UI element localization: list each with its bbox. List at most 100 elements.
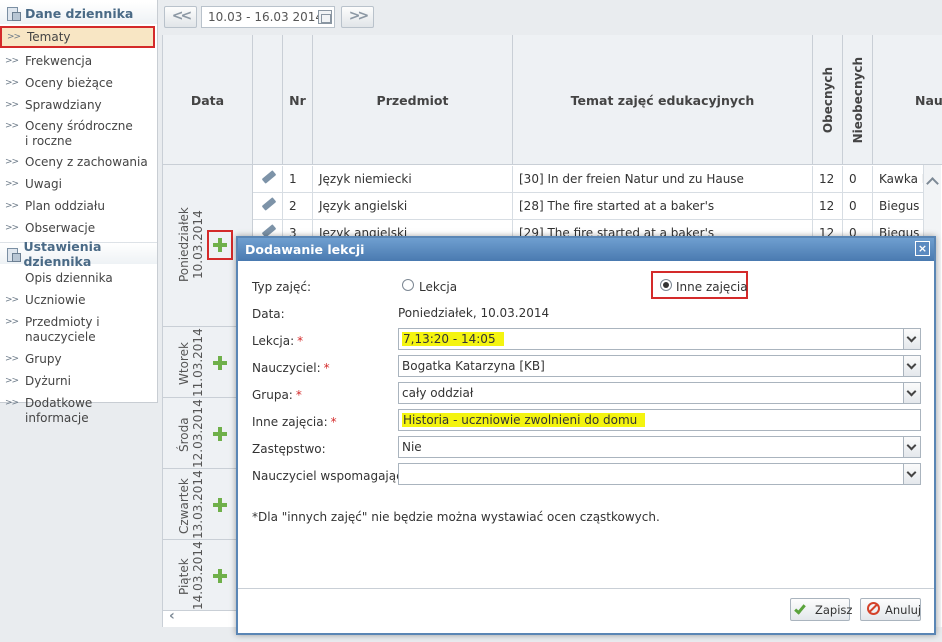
row-absent: 0 [843, 166, 873, 193]
sidebar-item-uczniowie[interactable]: >> Uczniowie [0, 293, 157, 308]
zastepstwo-label: Zastępstwo: [252, 442, 326, 456]
grupa-label-text: Grupa: [252, 388, 293, 402]
edit-cell[interactable] [253, 193, 283, 220]
sidebar-item-label: Obserwacje [25, 221, 96, 235]
column-header-temat[interactable]: Temat zajęć edukacyjnych [513, 35, 813, 165]
table-row[interactable]: 2 Język angielski [28] The fire started … [253, 193, 923, 220]
sidebar-item-tematy[interactable]: >> Tematy [0, 26, 155, 48]
chevron-right-icon: >> [5, 295, 19, 305]
cancel-button[interactable]: Anuluj [860, 598, 921, 621]
dialog-titlebar[interactable]: Dodawanie lekcji × [238, 238, 934, 261]
pencil-icon[interactable] [261, 197, 277, 211]
scroll-up-icon[interactable] [926, 177, 939, 190]
column-header-nauczyciel[interactable]: Nau [873, 35, 942, 165]
add-lesson-plus-icon[interactable] [213, 427, 227, 441]
sidebar-item-label: Oceny bieżące [25, 76, 113, 90]
add-lesson-plus-icon[interactable] [213, 498, 227, 512]
day-label: Piątek 14.03.2014 [177, 541, 217, 610]
close-icon[interactable]: × [915, 241, 930, 256]
lekcja-select[interactable]: 7,13:20 - 14:05 [398, 328, 921, 350]
day-date: 10.03.2014 [191, 210, 205, 280]
sidebar-item-label: Oceny śródroczne [25, 119, 133, 133]
day-date: 14.03.2014 [191, 541, 205, 610]
row-subject: Język angielski [313, 193, 513, 220]
previous-week-button[interactable]: << [164, 6, 197, 28]
typ-zajec-label: Typ zajęć: [252, 280, 312, 294]
grid-header: Data Nr Przedmiot Temat zajęć edukacyjny… [163, 35, 942, 165]
sidebar-item-dyzurni[interactable]: >> Dyżurni [0, 374, 157, 389]
row-topic: [28] The fire started at a baker's [513, 193, 813, 220]
nauczyciel-select[interactable]: Bogatka Katarzyna [KB] [398, 355, 921, 377]
chevron-right-icon: >> [7, 32, 21, 42]
pencil-icon[interactable] [261, 170, 277, 184]
chevron-right-icon: >> [5, 157, 19, 167]
chevron-right-icon: >> [5, 100, 19, 110]
sidebar-item-grupy[interactable]: >> Grupy [0, 352, 157, 367]
nauczyciel-label-text: Nauczyciel: [252, 361, 321, 375]
sidebar-item-dodatkowe-informacje[interactable]: >> Dodatkowe informacje [0, 396, 157, 426]
sidebar-item-oceny-srodroczne[interactable]: >> Oceny śródroczne i roczne [0, 119, 157, 149]
next-week-button[interactable]: >> [341, 6, 374, 28]
save-label: Zapisz [815, 603, 853, 617]
wspomagajacy-select[interactable] [398, 463, 921, 485]
chevron-down-icon[interactable] [903, 356, 920, 376]
inne-zajecia-label: Inne zajęcia: * [252, 415, 337, 429]
sidebar-item-uwagi[interactable]: >> Uwagi [0, 177, 157, 192]
chevron-down-icon[interactable] [903, 464, 920, 484]
chevron-right-icon: >> [5, 376, 19, 386]
row-nr: 2 [283, 193, 313, 220]
column-header-data[interactable]: Data [163, 35, 253, 165]
zastepstwo-select[interactable]: Nie [398, 436, 921, 458]
radio-inne-zajecia-label[interactable]: Inne zajęcia [676, 280, 748, 294]
grupa-select[interactable]: cały oddział [398, 382, 921, 404]
row-teacher: Kawka E [879, 172, 923, 186]
add-lesson-plus-icon[interactable] [213, 356, 227, 370]
save-button[interactable]: Zapisz [790, 598, 853, 621]
sidebar-item-opis-dziennika[interactable]: Opis dziennika [0, 271, 157, 286]
chevron-right-icon: >> [5, 121, 19, 131]
chevron-right-icon: >> [5, 56, 19, 66]
column-header-obecnych[interactable]: Obecnych [813, 35, 843, 165]
note-text: *Dla "innych zajęć" nie będzie można wys… [252, 510, 660, 524]
sidebar-item-oceny-biezace[interactable]: >> Oceny bieżące [0, 76, 157, 91]
sidebar-item-label: Uwagi [25, 177, 62, 191]
radio-lekcja-label[interactable]: Lekcja [419, 280, 457, 294]
sidebar-item-plan-oddzialu[interactable]: >> Plan oddziału [0, 199, 157, 214]
lekcja-label-text: Lekcja: [252, 334, 295, 348]
radio-lekcja[interactable] [402, 279, 414, 291]
data-value: Poniedziałek, 10.03.2014 [398, 306, 550, 320]
sidebar-item-oceny-z-zachowania[interactable]: >> Oceny z zachowania [0, 155, 157, 170]
row-teacher: Biegus H [879, 199, 923, 213]
section-title: Ustawienia dziennika [23, 238, 102, 269]
chevron-down-icon[interactable] [903, 383, 920, 403]
lekcja-label: Lekcja: * [252, 334, 303, 348]
sidebar-item-label: Frekwencja [25, 54, 93, 68]
inne-zajecia-input[interactable]: Historia - uczniowie zwolnieni do domu [398, 409, 921, 431]
column-header-nieobecnych[interactable]: Nieobecnych [843, 35, 873, 165]
edit-cell[interactable] [253, 166, 283, 193]
sidebar-item-label: Grupy [25, 352, 62, 366]
sidebar-item-sprawdziany[interactable]: >> Sprawdziany [0, 98, 157, 113]
row-present: 12 [813, 166, 843, 193]
date-range-field[interactable]: 10.03 - 16.03 2014 [201, 6, 335, 28]
add-lesson-dialog: Dodawanie lekcji × Typ zajęć: Lekcja Inn… [236, 236, 936, 635]
column-header-przedmiot[interactable]: Przedmiot [313, 35, 513, 165]
column-header-nr[interactable]: Nr [283, 35, 313, 165]
scroll-left-icon[interactable]: ‹ [169, 608, 183, 624]
table-row[interactable]: 1 Język niemiecki [30] In der freien Nat… [253, 166, 923, 193]
chevron-down-icon[interactable] [903, 329, 920, 349]
sidebar-item-przedmioty-i-nauczyciele[interactable]: >> Przedmioty i nauczyciele [0, 315, 157, 345]
add-lesson-plus-icon[interactable] [213, 238, 227, 252]
radio-inne-zajecia[interactable] [660, 279, 672, 291]
chevron-right-icon: >> [5, 78, 19, 88]
required-mark: * [297, 334, 304, 348]
chevron-down-icon[interactable] [903, 437, 920, 457]
day-name: Piątek [177, 558, 191, 596]
calendar-icon[interactable] [318, 10, 332, 24]
row-nr: 1 [283, 166, 313, 193]
sidebar-item-frekwencja[interactable]: >> Frekwencja [0, 54, 157, 69]
add-lesson-plus-icon[interactable] [213, 569, 227, 583]
sidebar-item-obserwacje[interactable]: >> Obserwacje [0, 221, 157, 236]
day-date: 12.03.2014 [191, 399, 205, 468]
zastepstwo-value: Nie [402, 440, 422, 454]
